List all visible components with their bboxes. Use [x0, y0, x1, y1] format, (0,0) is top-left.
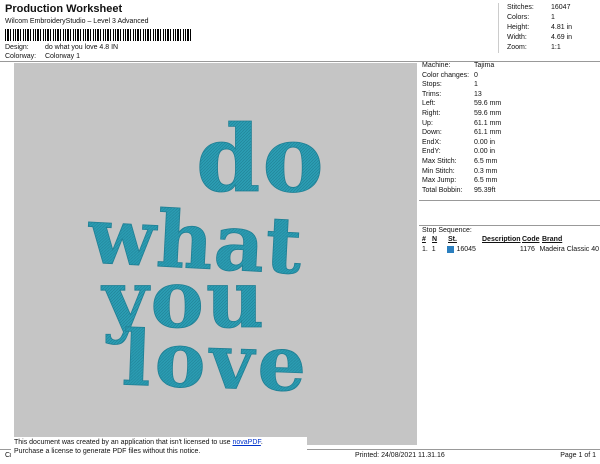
- col-num: #: [422, 236, 426, 243]
- info-label: Machine:: [422, 62, 451, 69]
- design-word: love: [121, 313, 312, 409]
- notice-line2: Purchase a license to generate PDF files…: [14, 448, 201, 455]
- info-label: Min Stitch:: [422, 167, 455, 175]
- page-title: Production Worksheet: [5, 3, 123, 15]
- info-value: 13: [474, 90, 482, 98]
- info-value: 0.3 mm: [474, 167, 498, 175]
- col-code: Code: [522, 236, 540, 243]
- stat-label: Zoom:: [507, 44, 527, 51]
- printed-date: Printed: 24/08/2021 11.31.16: [355, 452, 445, 459]
- table-header: # N St. Description Code Brand: [419, 235, 599, 245]
- table-row: 1. 1 16045 1176 Madeira Classic 40: [419, 245, 599, 255]
- info-row: Right: 59.6 mm: [419, 109, 599, 119]
- stat-label: Stitches:: [507, 4, 534, 11]
- row-brand: Madeira Classic 40: [539, 246, 599, 253]
- machine-info: Machine: Tajima Color changes: 0 Stops: 1 T…: [419, 61, 599, 195]
- stat-label: Width:: [507, 34, 527, 41]
- stat-row: Stitches: 16047: [499, 3, 597, 13]
- info-label: Trims:: [422, 90, 442, 98]
- info-label: EndX:: [422, 138, 442, 146]
- notice-period: .: [260, 439, 263, 446]
- info-value: 0.00 in: [474, 138, 496, 146]
- info-value: 1: [474, 81, 478, 89]
- info-row: Color changes: 0: [419, 71, 599, 81]
- stat-label: Colors:: [507, 14, 530, 21]
- info-label: Color changes:: [422, 71, 470, 79]
- info-label: Max Stitch:: [422, 157, 457, 165]
- license-notice: This document was created by an applicat…: [11, 437, 307, 457]
- col-description: Description: [482, 236, 521, 243]
- stat-value: 1:1: [551, 44, 561, 51]
- row-st-value: 16045: [456, 246, 476, 253]
- color-swatch: [447, 245, 455, 253]
- info-label: Left:: [422, 100, 436, 108]
- colorway-label: Colorway:: [5, 53, 37, 60]
- info-row: Min Stitch: 0.3 mm: [419, 167, 599, 177]
- stop-sequence-title: Stop Sequence:: [422, 227, 472, 234]
- info-row: Max Stitch: 6.5 mm: [419, 157, 599, 167]
- page-number: Page 1 of 1: [560, 452, 596, 459]
- info-row: Trims: 13: [419, 90, 599, 100]
- col-brand: Brand: [542, 236, 563, 243]
- info-value: 95.39ft: [474, 186, 496, 194]
- design-preview: do what you love: [14, 63, 417, 445]
- colorway-row: Colorway: Colorway 1: [5, 53, 80, 60]
- design-label: Design:: [5, 44, 29, 51]
- row-num: 1.: [422, 246, 428, 253]
- info-value: 6.5 mm: [474, 177, 498, 185]
- info-row: Max Jump: 6.5 mm: [419, 176, 599, 186]
- row-st: 16045: [447, 245, 480, 255]
- info-label: Stops:: [422, 81, 442, 89]
- divider: [419, 200, 600, 201]
- info-row: Up: 61.1 mm: [419, 119, 599, 129]
- info-value: 61.1 mm: [474, 119, 502, 127]
- stat-value: 4.69 in: [551, 34, 573, 41]
- info-value: 0.00 in: [474, 148, 496, 156]
- info-row: Machine: Tajima: [419, 61, 599, 71]
- info-row: Total Bobbin: 95.39ft: [419, 186, 599, 196]
- info-value: 59.6 mm: [474, 100, 502, 108]
- top-stats: Stitches: 16047 Colors: 1 Height: 4.81 in W…: [498, 3, 597, 53]
- info-label: Total Bobbin:: [422, 186, 463, 194]
- info-row: Down: 61.1 mm: [419, 128, 599, 138]
- info-value: 61.1 mm: [474, 129, 502, 137]
- stat-value: 16047: [551, 4, 571, 11]
- notice-line1: This document was created by an applicat…: [14, 439, 231, 446]
- stat-row: Zoom: 1:1: [499, 43, 597, 53]
- app-subtitle: Wilcom EmbroideryStudio – Level 3 Advanc…: [5, 18, 149, 25]
- info-label: Max Jump:: [422, 177, 457, 185]
- info-value: 0: [474, 71, 478, 79]
- col-n: N: [432, 236, 438, 243]
- info-label: Right:: [422, 109, 441, 117]
- design-value: do what you love 4.8 IN: [44, 44, 119, 51]
- stat-row: Height: 4.81 in: [499, 23, 597, 33]
- col-st: St.: [448, 236, 457, 243]
- info-value: 59.6 mm: [474, 109, 502, 117]
- info-label: EndY:: [422, 148, 441, 156]
- barcode: [5, 29, 193, 41]
- info-label: Up:: [422, 119, 433, 127]
- info-value: 6.5 mm: [474, 157, 498, 165]
- info-row: EndX: 0.00 in: [419, 138, 599, 148]
- row-n: 1: [431, 246, 436, 253]
- row-description: [481, 245, 520, 255]
- design-row: Design: do what you love 4.8 IN: [5, 44, 118, 51]
- info-value: Tajima: [474, 62, 495, 69]
- stat-row: Width: 4.69 in: [499, 33, 597, 43]
- stat-row: Colors: 1: [499, 13, 597, 23]
- stat-label: Height:: [507, 24, 530, 31]
- stop-sequence-table: # N St. Description Code Brand 1. 1 1604…: [419, 235, 599, 255]
- embroidery-design: do what you love: [85, 105, 324, 410]
- info-label: Down:: [422, 129, 442, 137]
- info-row: EndY: 0.00 in: [419, 147, 599, 157]
- stat-value: 1: [551, 14, 555, 21]
- novapdf-link[interactable]: novaPDF: [232, 439, 260, 446]
- info-row: Stops: 1: [419, 80, 599, 90]
- info-row: Left: 59.6 mm: [419, 99, 599, 109]
- stat-value: 4.81 in: [551, 24, 573, 31]
- colorway-value: Colorway 1: [44, 53, 80, 60]
- row-code: 1176: [519, 246, 535, 253]
- divider: [419, 225, 600, 226]
